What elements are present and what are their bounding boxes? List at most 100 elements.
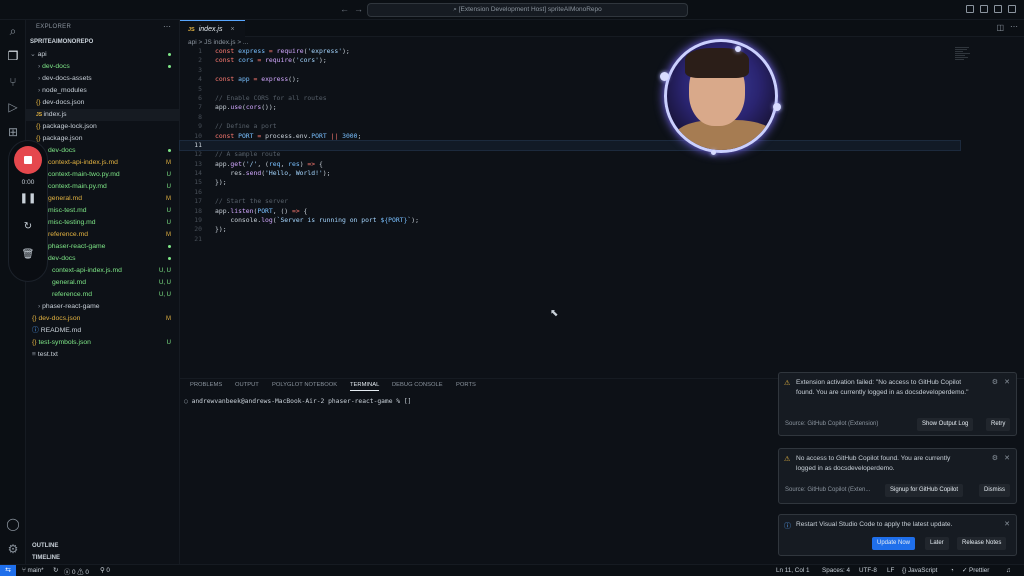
tab-problems[interactable]: PROBLEMS [190, 382, 222, 388]
line-number: 4 [198, 75, 202, 84]
tree-status: M [166, 196, 171, 202]
notifications-bell-icon[interactable]: ♫ [1006, 567, 1011, 574]
tree-file[interactable]: misc-test.md [48, 205, 87, 217]
code-editor[interactable]: 1 const express = require('express'); 2 co… [179, 47, 961, 244]
encoding[interactable]: UTF-8 [859, 567, 877, 574]
tree-folder-api[interactable]: ⌄ api [30, 49, 47, 61]
minimap[interactable] [955, 47, 975, 73]
explorer-icon[interactable]: ❐ [6, 49, 20, 63]
settings-gear-icon[interactable]: ⚙ [6, 542, 20, 556]
tree-folder[interactable]: › dev-docs [38, 61, 70, 73]
tree-status [168, 241, 171, 253]
toggle-panel-icon[interactable] [980, 5, 988, 13]
source-control-icon[interactable]: ⑂ [6, 75, 20, 89]
more-actions-icon[interactable]: ⋯ [1010, 22, 1018, 31]
tree-status [168, 145, 171, 157]
retry-button[interactable]: Retry [986, 418, 1011, 431]
tab-ports[interactable]: PORTS [456, 382, 476, 388]
cursor-position[interactable]: Ln 11, Col 1 [776, 567, 810, 574]
more-actions-icon[interactable]: ⋯ [163, 22, 171, 31]
show-output-log-button[interactable]: Show Output Log [917, 418, 974, 431]
tree-file[interactable]: {} dev-docs.json [32, 313, 80, 325]
customize-layout-icon[interactable] [1008, 5, 1016, 13]
pause-icon[interactable]: ❚❚ [9, 193, 47, 204]
end-of-line[interactable]: LF [887, 567, 894, 574]
tree-folder[interactable]: dev-docs [48, 253, 76, 265]
tree-file[interactable]: reference.md [52, 289, 92, 301]
tree-file[interactable]: context-api-index.js.md [52, 265, 122, 277]
tree-folder[interactable]: phaser-react-game [48, 241, 105, 253]
close-icon[interactable]: ✕ [1004, 520, 1010, 528]
tree-file[interactable]: general.md [48, 193, 82, 205]
tree-file[interactable]: ⓘ README.md [32, 325, 81, 337]
sync-icon[interactable]: ↻ [53, 567, 58, 574]
close-icon[interactable]: ✕ [1004, 454, 1010, 462]
later-button[interactable]: Later [925, 537, 949, 550]
toggle-sidebar-icon[interactable] [966, 5, 974, 13]
problems-indicator[interactable]: ⓧ 0 ⚠ 0 [64, 567, 89, 576]
release-notes-button[interactable]: Release Notes [957, 537, 1007, 550]
close-icon[interactable]: ✕ [1004, 378, 1010, 386]
notification-source: Source: GitHub Copilot (Exten... [785, 487, 871, 493]
toggle-secondary-sidebar-icon[interactable] [994, 5, 1002, 13]
gear-icon[interactable]: ⚙ [992, 454, 998, 462]
forward-arrow-icon[interactable]: → [354, 4, 363, 14]
tree-status: U [166, 184, 171, 190]
tab-index-js[interactable]: JS index.js × [180, 20, 245, 37]
copilot-icon[interactable]: ◔ [950, 567, 954, 574]
tree-file[interactable]: ≡ test.txt [32, 349, 58, 361]
tree-folder[interactable]: › phaser-react-game [38, 301, 100, 313]
signup-copilot-button[interactable]: Signup for GitHub Copilot [885, 484, 964, 497]
tree-status: U [166, 220, 171, 226]
tree-file[interactable]: {} package.json [36, 133, 83, 145]
ports-indicator[interactable]: ⚲ 0 [100, 567, 110, 574]
tree-status: U, U [159, 292, 171, 298]
update-now-button[interactable]: Update Now [872, 537, 916, 550]
split-editor-icon[interactable]: ◫ [996, 23, 1004, 32]
language-mode[interactable]: {} JavaScript [902, 567, 937, 574]
line-number: 18 [194, 206, 202, 215]
tree-folder[interactable]: › node_modules [38, 85, 87, 97]
tab-terminal[interactable]: TERMINAL [350, 382, 380, 391]
tree-file[interactable]: general.md [52, 277, 86, 289]
breadcrumb[interactable]: api > JS index.js > ... [188, 39, 248, 46]
trash-icon[interactable]: 🗑 [9, 249, 47, 260]
tab-output[interactable]: OUTPUT [235, 382, 259, 388]
tree-folder[interactable]: dev-docs [48, 145, 76, 157]
tab-debug-console[interactable]: DEBUG CONSOLE [392, 382, 443, 388]
command-center[interactable]: ⌕ [Extension Development Host] spriteAIM… [367, 3, 688, 17]
restart-icon[interactable]: ↻ [9, 221, 47, 232]
tree-file-selected[interactable]: JS index.js [26, 109, 180, 121]
notification-message: No access to GitHub Copilot found. You a… [796, 455, 951, 472]
back-arrow-icon[interactable]: ← [340, 4, 349, 14]
line-number: 2 [198, 56, 202, 65]
tree-file[interactable]: {} test-symbols.json [32, 337, 91, 349]
tree-file[interactable]: {} dev-docs.json [36, 97, 84, 109]
gear-icon[interactable]: ⚙ [992, 378, 998, 386]
branch-indicator[interactable]: ⑂ main* [22, 567, 44, 574]
extensions-icon[interactable]: ⊞ [6, 125, 20, 139]
indentation[interactable]: Spaces: 4 [822, 567, 850, 574]
tab-polyglot-notebook[interactable]: POLYGLOT NOTEBOOK [272, 382, 337, 388]
timeline-section[interactable]: TIMELINE [32, 555, 60, 561]
account-icon[interactable]: ◯ [6, 517, 20, 531]
tree-file[interactable]: context-api-index.js.md [48, 157, 118, 169]
terminal-prompt[interactable]: ○ andrewvanbeek@andrews-MacBook-Air-2 ph… [184, 398, 411, 405]
outline-section[interactable]: OUTLINE [32, 543, 58, 549]
notification-message: Restart Visual Studio Code to apply the … [796, 521, 953, 528]
search-icon[interactable]: ⌕ [6, 24, 20, 38]
tree-folder[interactable]: › dev-docs-assets [38, 73, 92, 85]
close-icon[interactable]: × [230, 26, 234, 33]
remote-icon[interactable]: ⇆ [0, 565, 16, 576]
dismiss-button[interactable]: Dismiss [979, 484, 1010, 497]
tree-file[interactable]: reference.md [48, 229, 88, 241]
stop-recording-button[interactable] [14, 146, 42, 174]
formatter[interactable]: ✓ Prettier [962, 567, 989, 574]
tree-file[interactable]: context-main-two.py.md [48, 169, 120, 181]
tree-file[interactable]: {} package-lock.json [36, 121, 97, 133]
repo-title[interactable]: SPRITEAIMONOREPO [30, 39, 93, 45]
tree-file[interactable]: misc-testing.md [48, 217, 96, 229]
tree-file[interactable]: context-main.py.md [48, 181, 107, 193]
notification-toast: ⓘ ✕ Restart Visual Studio Code to apply … [778, 514, 1017, 556]
run-debug-icon[interactable]: ▷ [6, 100, 20, 114]
